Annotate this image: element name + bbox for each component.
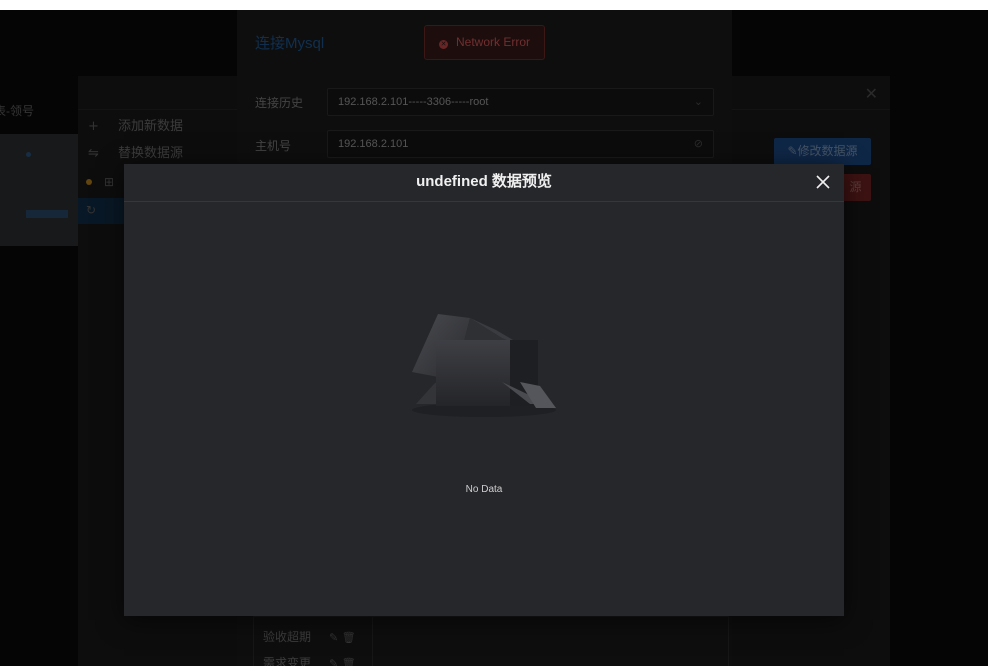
empty-box-icon (412, 314, 556, 417)
app-stage: ✕ 表-领号 +添加新数据 ⇋替换数据源 ⊞ ↻ ✎修改数据源 源 连接Mysq… (0, 10, 988, 666)
top-strip (0, 0, 988, 10)
close-icon[interactable] (814, 173, 832, 191)
modal-title: undefined 数据预览 (416, 173, 552, 190)
modal-header: undefined 数据预览 (124, 164, 844, 202)
data-preview-modal: undefined 数据预览 No Data (124, 164, 844, 616)
empty-text: No Data (465, 484, 503, 495)
